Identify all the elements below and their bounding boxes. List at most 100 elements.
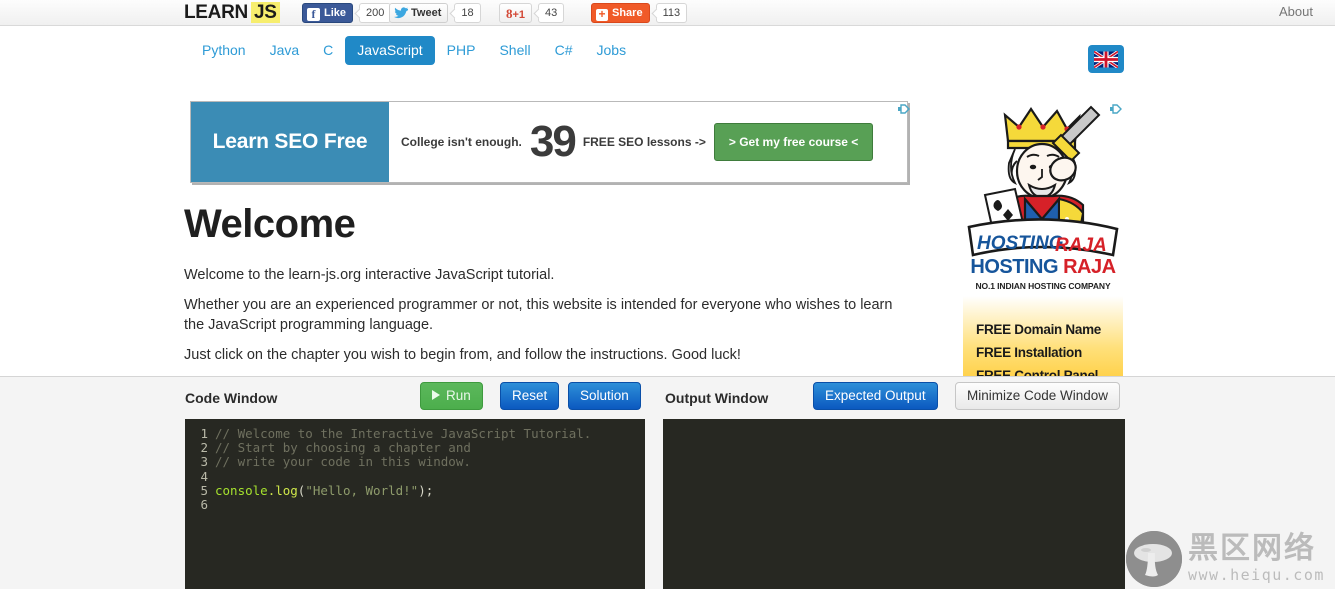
sidebar-ad-brand-hosting: HOSTING (970, 256, 1058, 278)
code-line: 3// write your code in this window. (185, 455, 645, 469)
code-window-label: Code Window (185, 390, 277, 406)
google-plus-one-count: 43 (538, 3, 564, 23)
watermark: 黑区网络 www.heiqu.com (1126, 528, 1335, 589)
sidebar-ad-feature-3: FREE Control Panel (976, 368, 1098, 376)
banner-ad-brand: Learn SEO Free (191, 102, 389, 182)
expected-output-button[interactable]: Expected Output (813, 382, 938, 410)
nav-item-python[interactable]: Python (190, 36, 258, 65)
intro-paragraph-2: Whether you are an experienced programme… (184, 295, 909, 335)
code-line-content: // Start by choosing a chapter and (215, 441, 471, 455)
code-line: 2// Start by choosing a chapter and (185, 441, 645, 455)
sidebar-ad-tagline: NO.1 INDIAN HOSTING COMPANY (963, 281, 1123, 291)
nav-item-javascript[interactable]: JavaScript (345, 36, 434, 65)
code-token: // write your code in this window. (215, 454, 471, 469)
code-token: // Start by choosing a chapter and (215, 440, 471, 455)
twitter-bird-icon (394, 7, 408, 26)
union-jack-svg (1094, 51, 1118, 68)
code-line: 4 (185, 470, 645, 484)
facebook-icon: f (307, 8, 320, 21)
facebook-like-widget[interactable]: f Like 200 (302, 3, 391, 23)
banner-advertisement[interactable]: Learn SEO Free College isn't enough. 39 … (190, 101, 908, 183)
banner-ad-number: 39 (530, 120, 575, 164)
line-number: 2 (185, 441, 215, 455)
facebook-like-label: Like (324, 7, 346, 19)
output-window-label: Output Window (665, 390, 768, 406)
nav-item-shell[interactable]: Shell (487, 36, 542, 65)
uk-flag-icon[interactable] (1088, 45, 1124, 73)
share-widget[interactable]: + Share 113 (591, 3, 687, 23)
logo-text-accent: JS (251, 2, 280, 23)
code-editor[interactable]: 1// Welcome to the Interactive JavaScrip… (185, 419, 645, 589)
learn-js-page: LEARNJS f Like 200 Tweet 18 8+1 43 + Share 113… (0, 0, 1335, 589)
line-number: 4 (185, 470, 215, 484)
about-link[interactable]: About (1279, 4, 1313, 19)
line-number: 6 (185, 498, 215, 512)
code-token: // Welcome to the Interactive JavaScript… (215, 426, 591, 441)
mushroom-icon (1126, 531, 1182, 587)
nav-item-c[interactable]: C (311, 36, 345, 65)
sidebar-ad-brand-raja: RAJA (1063, 256, 1115, 278)
language-nav: PythonJavaCJavaScriptPHPShellC#Jobs (0, 27, 1335, 73)
nav-item-jobs[interactable]: Jobs (585, 36, 639, 65)
line-number: 1 (185, 427, 215, 441)
code-line-content: // write your code in this window. (215, 455, 471, 469)
output-window (663, 419, 1125, 589)
code-line: 5console.log("Hello, World!"); (185, 484, 645, 498)
share-label: Share (612, 7, 643, 19)
sidebar-ad-feature-2: FREE Installation (976, 345, 1082, 360)
twitter-tweet-button[interactable]: Tweet (389, 3, 448, 23)
sidebar-advertisement[interactable]: HOSTING RAJA HOSTING RAJA NO.1 INDIAN HO… (963, 101, 1123, 376)
banner-ad-body: College isn't enough. 39 FREE SEO lesson… (389, 102, 907, 182)
google-plus-one-widget[interactable]: 8+1 43 (499, 3, 564, 23)
code-line-content: // Welcome to the Interactive JavaScript… (215, 427, 591, 441)
watermark-url: www.heiqu.com (1188, 568, 1325, 583)
twitter-tweet-label: Tweet (411, 7, 441, 19)
code-token: ); (418, 483, 433, 498)
watermark-text: 黑区网络 www.heiqu.com (1188, 534, 1325, 583)
page-title: Welcome (184, 202, 355, 247)
code-token: "Hello, World!" (305, 483, 418, 498)
line-number: 3 (185, 455, 215, 469)
google-plus-one-label: +1 (513, 9, 526, 21)
sidebar-ad-feature-1: FREE Domain Name (976, 322, 1101, 337)
banner-ad-line1: College isn't enough. (401, 135, 522, 149)
nav-item-java[interactable]: Java (258, 36, 312, 65)
run-button-label: Run (446, 388, 471, 403)
solution-button[interactable]: Solution (568, 382, 641, 410)
code-line: 6 (185, 498, 645, 512)
reset-button[interactable]: Reset (500, 382, 559, 410)
nav-item-csharp[interactable]: C# (543, 36, 585, 65)
play-icon (432, 390, 440, 400)
site-logo[interactable]: LEARNJS (184, 2, 280, 24)
banner-ad-line2: FREE SEO lessons -> (583, 135, 706, 149)
language-nav-items: PythonJavaCJavaScriptPHPShellC#Jobs (190, 36, 638, 65)
adchoices-icon[interactable] (898, 102, 912, 114)
plus-icon: + (596, 9, 608, 21)
intro-paragraph-1: Welcome to the learn-js.org interactive … (184, 265, 909, 285)
facebook-like-count: 200 (359, 3, 391, 23)
twitter-tweet-count: 18 (454, 3, 480, 23)
line-number: 5 (185, 484, 215, 498)
nav-item-php[interactable]: PHP (435, 36, 488, 65)
svg-text:RAJA: RAJA (1055, 235, 1107, 256)
google-plus-one-button[interactable]: 8+1 (499, 3, 532, 23)
banner-ad-cta-button[interactable]: > Get my free course < (714, 123, 873, 161)
watermark-chinese: 黑区网络 (1188, 534, 1325, 564)
code-line-content: console.log("Hello, World!"); (215, 484, 433, 498)
logo-text-main: LEARN (184, 2, 248, 23)
adchoices-icon-sidebar[interactable] (1110, 102, 1124, 114)
sidebar-ad-brand: HOSTING RAJA (963, 256, 1123, 279)
share-count: 113 (656, 3, 688, 23)
facebook-like-button[interactable]: f Like (302, 3, 353, 23)
hosting-raja-king-illustration: HOSTING RAJA (963, 101, 1123, 274)
share-button[interactable]: + Share (591, 3, 650, 23)
twitter-tweet-widget[interactable]: Tweet 18 (389, 3, 481, 23)
run-button[interactable]: Run (420, 382, 483, 410)
code-editor-lines[interactable]: 1// Welcome to the Interactive JavaScrip… (185, 419, 645, 512)
code-line: 1// Welcome to the Interactive JavaScrip… (185, 427, 645, 441)
main-content: Learn SEO Free College isn't enough. 39 … (0, 73, 1335, 376)
minimize-code-window-button[interactable]: Minimize Code Window (955, 382, 1120, 410)
code-token: console (215, 483, 268, 498)
intro-paragraph-3: Just click on the chapter you wish to be… (184, 345, 909, 365)
svg-text:HOSTING: HOSTING (977, 233, 1064, 254)
